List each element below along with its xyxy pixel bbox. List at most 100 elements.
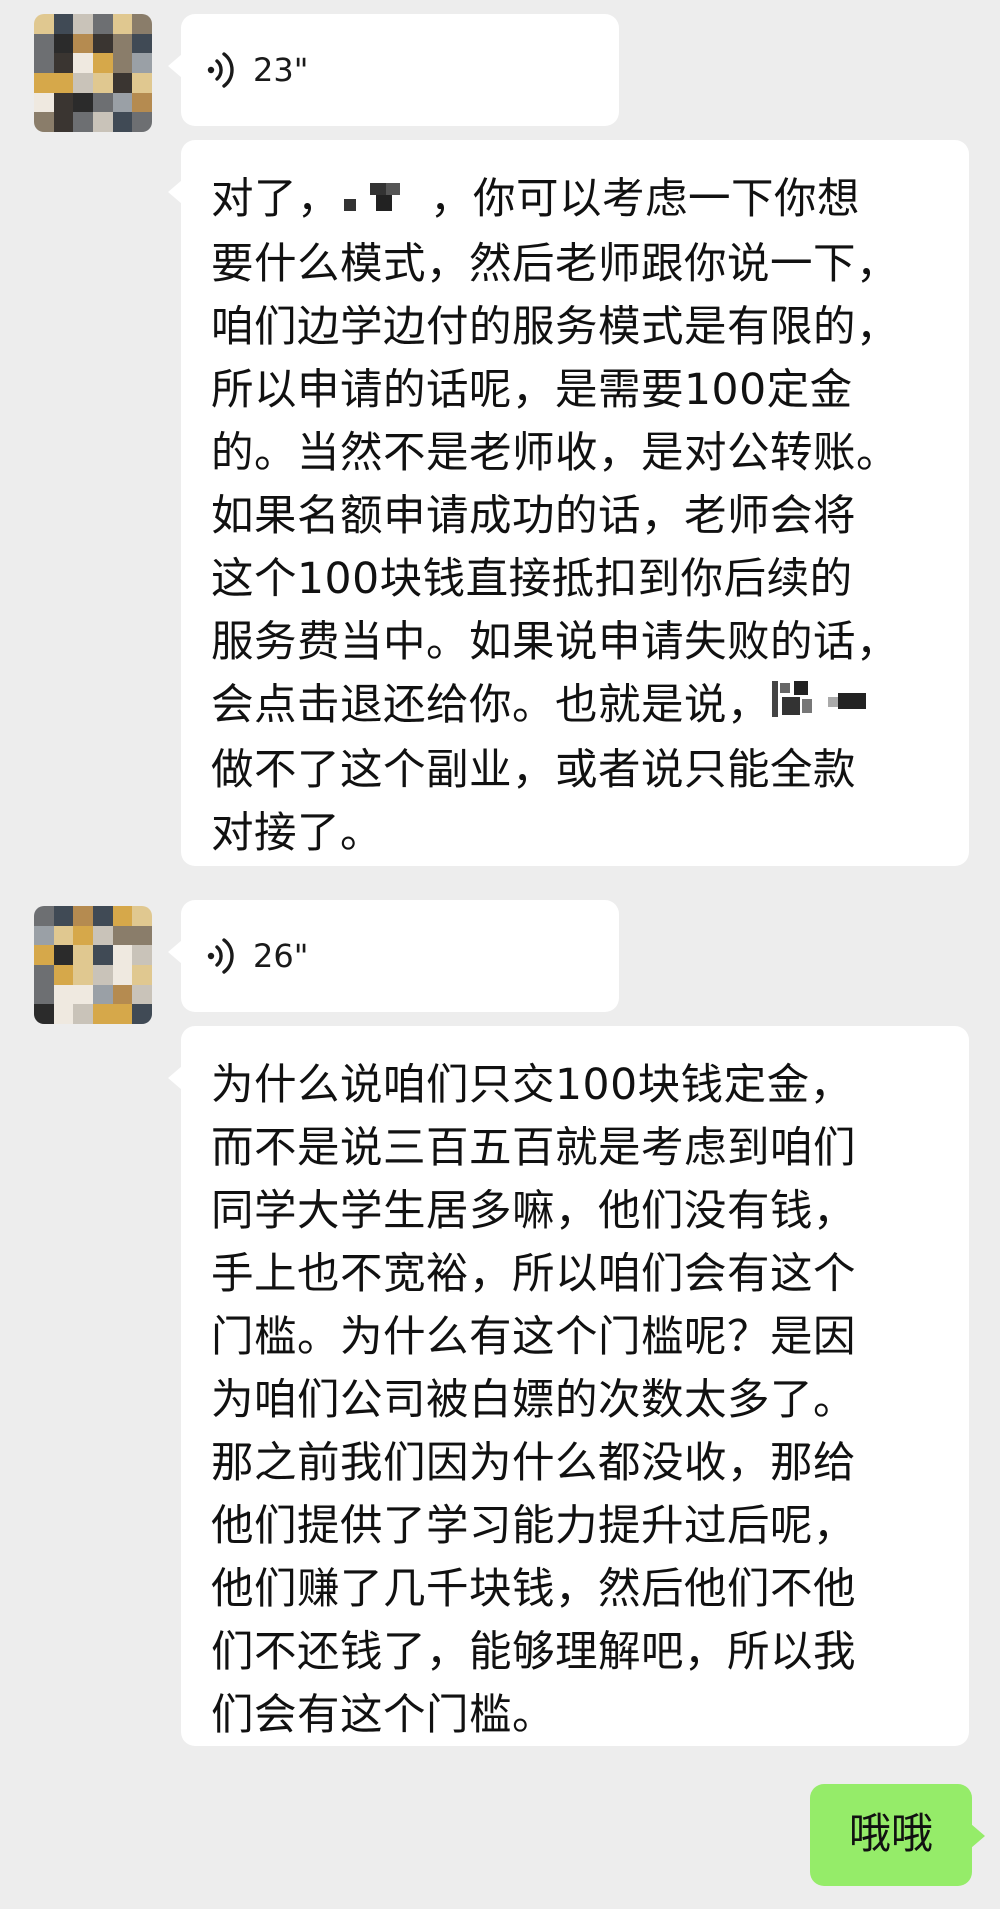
avatar-pixel: [92, 53, 113, 73]
avatar-pixel: [34, 92, 54, 113]
redacted-name: [770, 676, 870, 739]
message-line: 会点击退还给你。也就是说，: [211, 681, 771, 730]
avatar-pixel: [73, 33, 93, 54]
avatar-pixel: [132, 92, 152, 113]
avatar-pixel: [92, 112, 113, 132]
avatar-pixel: [73, 906, 93, 926]
sender-avatar[interactable]: [34, 906, 152, 1024]
avatar-pixel: [34, 945, 54, 965]
avatar-pixel: [92, 1004, 113, 1024]
avatar-pixel: [73, 53, 93, 73]
voice-duration: 26": [253, 937, 309, 975]
avatar-pixel: [73, 984, 93, 1005]
avatar-pixel: [132, 984, 152, 1005]
message-line: 的。当然不是老师收，是对公转账。: [211, 429, 900, 478]
avatar-pixel: [132, 945, 152, 965]
avatar-pixel: [53, 112, 74, 132]
sender-avatar[interactable]: [34, 14, 152, 132]
avatar-pixel: [73, 1004, 93, 1024]
avatar-pixel: [112, 1004, 133, 1024]
message-line: 咱们边学边付的服务模式是有限的，: [211, 303, 900, 352]
avatar-pixel: [73, 925, 93, 946]
message-line: 而不是说三百五百就是考虑到咱们: [211, 1124, 857, 1173]
avatar-pixel: [132, 72, 152, 93]
avatar-pixel: [132, 906, 152, 926]
avatar-pixel: [112, 53, 133, 73]
message-line: 做不了这个副业，或者说只能全款: [211, 746, 857, 795]
avatar-pixel: [53, 92, 74, 113]
message-line: 所以申请的话呢，是需要100定金: [211, 366, 853, 415]
message-line: ，你可以考虑一下你想: [430, 175, 861, 224]
avatar-pixel: [34, 1004, 54, 1024]
avatar-pixel: [92, 964, 113, 985]
avatar-pixel: [53, 53, 74, 73]
avatar-pixel: [112, 984, 133, 1005]
avatar-pixel: [34, 112, 54, 132]
message-line: 为咱们公司被白嫖的次数太多了。: [211, 1376, 857, 1425]
avatar-pixel: [73, 92, 93, 113]
redacted-name: [340, 170, 430, 233]
avatar-pixel: [34, 984, 54, 1005]
avatar-pixel: [132, 925, 152, 946]
voice-wave-icon: [207, 938, 234, 974]
avatar-pixel: [132, 53, 152, 73]
message-line: 手上也不宽裕，所以咱们会有这个: [211, 1250, 857, 1299]
voice-duration: 23": [253, 51, 309, 89]
outgoing-message-bubble[interactable]: 哦哦: [810, 1784, 985, 1886]
avatar-pixel: [34, 33, 54, 54]
message-line: 要什么模式，然后老师跟你说一下，: [211, 240, 900, 289]
avatar-pixel: [53, 925, 74, 946]
avatar-pixel: [53, 906, 74, 926]
message-line: 那之前我们因为什么都没收，那给: [211, 1439, 857, 1488]
message-line: 他们赚了几千块钱，然后他们不他: [211, 1565, 857, 1614]
message-text: 对了， ，你可以考虑一下你想 要什么模式，然后老师跟你说一下， 咱们边学边付的服务…: [181, 140, 969, 865]
avatar-pixel: [132, 1004, 152, 1024]
avatar-pixel: [53, 964, 74, 985]
avatar-pixel: [112, 964, 133, 985]
text-message-bubble[interactable]: 为什么说咱们只交100块钱定金， 而不是说三百五百就是考虑到咱们 同学大学生居多…: [168, 1026, 969, 1747]
avatar-pixel: [73, 964, 93, 985]
avatar-pixel: [34, 925, 54, 946]
avatar-pixel: [53, 14, 74, 34]
avatar-pixel: [112, 112, 133, 132]
avatar-pixel: [92, 14, 113, 34]
voice-message-bubble[interactable]: 23": [168, 14, 619, 126]
message-line: 们不还钱了，能够理解吧，所以我: [211, 1628, 857, 1677]
avatar-pixel: [132, 33, 152, 54]
avatar-pixel: [92, 984, 113, 1005]
message-line: 服务费当中。如果说申请失败的话，: [211, 618, 900, 667]
message-line: 对了，: [211, 175, 341, 224]
avatar-pixel: [132, 14, 152, 34]
message-line: 对接了。: [211, 809, 384, 858]
message-line: 他们提供了学习能力提升过后呢，: [211, 1502, 857, 1551]
message-text: 为什么说咱们只交100块钱定金， 而不是说三百五百就是考虑到咱们 同学大学生居多…: [181, 1026, 969, 1747]
avatar-pixel: [34, 53, 54, 73]
message-line: 如果名额申请成功的话，老师会将: [211, 492, 857, 541]
avatar-pixel: [34, 72, 54, 93]
avatar-pixel: [132, 964, 152, 985]
message-line: 们会有这个门槛。: [211, 1691, 556, 1740]
avatar-pixel: [112, 33, 133, 54]
message-line: 为什么说咱们只交100块钱定金，: [211, 1061, 853, 1110]
avatar-pixel: [132, 112, 152, 132]
avatar-pixel: [53, 945, 74, 965]
avatar-pixel: [73, 72, 93, 93]
text-message-bubble[interactable]: 对了， ，你可以考虑一下你想 要什么模式，然后老师跟你说一下， 咱们边学边付的服务…: [168, 140, 969, 866]
avatar-pixel: [92, 945, 113, 965]
avatar-pixel: [112, 14, 133, 34]
avatar-pixel: [92, 906, 113, 926]
avatar-pixel: [73, 14, 93, 34]
message-line: 这个100块钱直接抵扣到你后续的: [211, 555, 853, 604]
avatar-pixel: [73, 112, 93, 132]
avatar-pixel: [92, 92, 113, 113]
avatar-pixel: [112, 906, 133, 926]
voice-message-bubble[interactable]: 26": [168, 900, 619, 1012]
avatar-pixel: [112, 72, 133, 93]
avatar-pixel: [112, 92, 133, 113]
avatar-pixel: [34, 964, 54, 985]
message-line: 门槛。为什么有这个门槛呢？是因: [211, 1313, 857, 1362]
avatar-pixel: [73, 945, 93, 965]
avatar-pixel: [53, 1004, 74, 1024]
avatar-pixel: [53, 72, 74, 93]
avatar-pixel: [53, 984, 74, 1005]
